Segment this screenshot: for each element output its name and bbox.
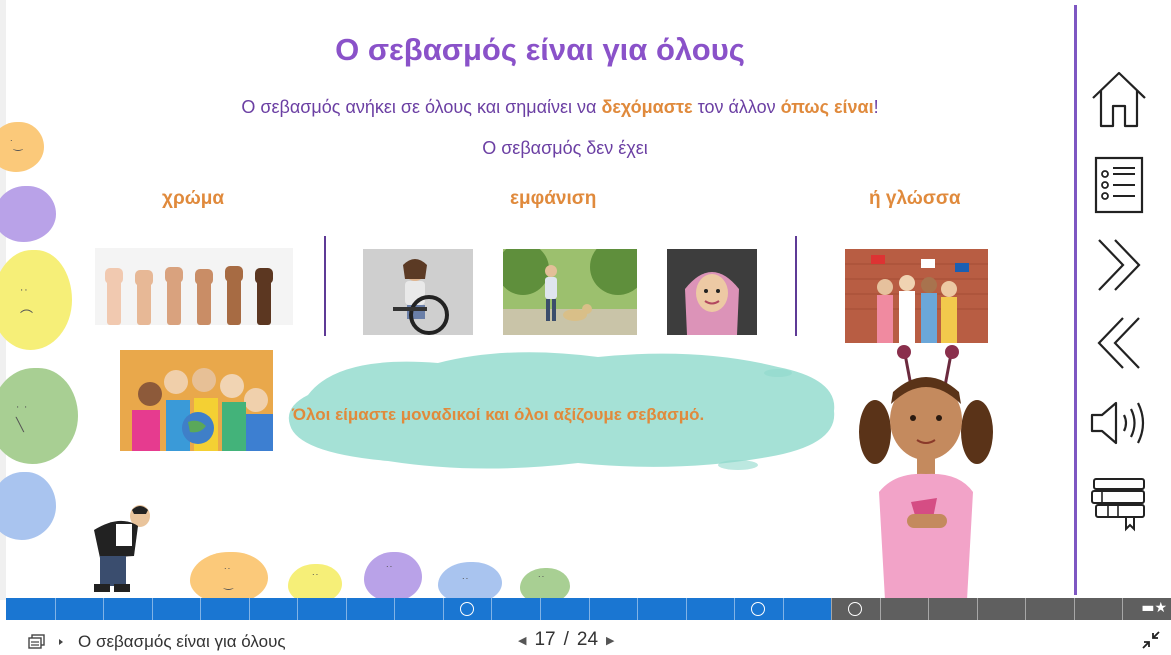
- progress-segment-divider: [345, 598, 347, 620]
- photo-girl-hijab: [667, 249, 757, 335]
- photo-woman-guide-dog: [503, 249, 637, 335]
- previous-icon: [1097, 317, 1140, 369]
- blob-face: ˙˙: [386, 565, 394, 577]
- progress-segment-divider: [54, 598, 56, 620]
- progress-segment-divider: [831, 598, 833, 620]
- progress-remaining: [831, 598, 1171, 620]
- blob-face: ˙˙: [312, 573, 320, 585]
- progress-segment-divider: [248, 598, 250, 620]
- total-slides: 24: [576, 629, 599, 650]
- respect-statement: Ο σεβασμός ανήκει σε όλους και σημαίνει …: [0, 97, 1120, 118]
- slides-list-icon[interactable]: [28, 634, 46, 650]
- category-color: χρώμα: [162, 188, 225, 209]
- progress-segment-divider: [297, 598, 299, 620]
- progress-segment-divider: [879, 598, 881, 620]
- progress-segment-divider: [151, 598, 153, 620]
- progress-segment-divider: [491, 598, 493, 620]
- respect-statement-part: Ο σεβασμός ανήκει σε όλους και σημαίνει …: [241, 97, 602, 117]
- progress-segment-divider: [1122, 598, 1124, 620]
- expand-arrow-icon[interactable]: [58, 638, 64, 646]
- progress-segment-divider: [1025, 598, 1027, 620]
- progress-segment-divider: [442, 598, 444, 620]
- blob-face: ˙˙ ︵: [20, 287, 34, 315]
- photo-girl-wheelchair: [363, 249, 473, 335]
- next-slide-arrow-icon[interactable]: ▶: [606, 634, 614, 647]
- photo-diverse-fists: [95, 248, 293, 325]
- bowing-man-character: [94, 505, 150, 592]
- progress-chapter-marker[interactable]: [460, 602, 475, 616]
- navigation-sidebar: [1074, 0, 1171, 600]
- library-button[interactable]: [1086, 470, 1152, 536]
- highlight-as-they-are: όπως είναι: [780, 97, 874, 117]
- player-footer: Ο σεβασμός είναι για όλους ◀ 17 / 24 ▶: [0, 620, 1171, 655]
- slide-canvas: ˙‿ ˙˙ ︵ ˙ ˙ ╲ ˙˙ ‿ ˙˙ ˙˙ ˙˙ ˙˙ Ο σεβασμός ε…: [0, 0, 1171, 600]
- progress-chapter-marker[interactable]: [751, 602, 766, 616]
- progress-segment-divider: [394, 598, 396, 620]
- respect-has-no: Ο σεβασμός δεν έχει: [482, 138, 648, 158]
- menu-button[interactable]: [1086, 152, 1152, 218]
- divider-line: [795, 236, 797, 336]
- library-icon: [1091, 478, 1145, 532]
- slide-title: Ο σεβασμός είναι για όλους: [335, 32, 745, 67]
- next-button[interactable]: [1086, 232, 1152, 298]
- page-separator: /: [563, 629, 569, 650]
- highlight-accept: δεχόμαστε: [601, 97, 693, 117]
- nav-divider: [1074, 5, 1077, 595]
- progress-segment-divider: [685, 598, 687, 620]
- progress-segment-divider: [734, 598, 736, 620]
- blob-face: ˙˙ ‿: [224, 567, 233, 590]
- blob-blue-bottom: [438, 562, 502, 600]
- progress-bar[interactable]: ▬★: [6, 598, 1171, 620]
- photo-kids-flags: [845, 249, 988, 343]
- respect-statement-part: !: [873, 97, 879, 117]
- slide-pager: ◀ 17 / 24 ▶: [518, 629, 615, 651]
- progress-end-star-icon: ▬★: [1141, 600, 1167, 616]
- category-language: ή γλώσσα: [869, 188, 961, 209]
- previous-button[interactable]: [1086, 310, 1152, 376]
- respect-statement-part: τον άλλον: [692, 97, 781, 117]
- divider-line: [324, 236, 326, 336]
- blob-blue-left: [0, 472, 56, 540]
- progress-segment-divider: [588, 598, 590, 620]
- blob-purple-left: [0, 186, 56, 242]
- progress-segment-divider: [539, 598, 541, 620]
- progress-segment-divider: [637, 598, 639, 620]
- home-icon: [1092, 71, 1146, 128]
- current-slide-number: 17: [534, 629, 556, 650]
- progress-segment-divider: [782, 598, 784, 620]
- collapse-fullscreen-icon[interactable]: [1141, 630, 1161, 650]
- progress-segment-divider: [976, 598, 978, 620]
- menu-list-icon: [1094, 156, 1144, 214]
- blob-face: ˙ ˙ ╲: [16, 404, 29, 432]
- progress-segment-divider: [1073, 598, 1075, 620]
- audio-button[interactable]: [1086, 390, 1152, 456]
- blob-face: ˙˙: [538, 575, 546, 587]
- blob-face: ˙˙: [462, 577, 470, 589]
- next-icon: [1098, 239, 1141, 291]
- unique-respect-message: Όλοι είμαστε μοναδικοί και όλοι αξίζουμε…: [292, 405, 705, 424]
- footer-slide-title: Ο σεβασμός είναι για όλους: [78, 632, 286, 651]
- girl-character: [859, 345, 993, 600]
- blob-green-left: [0, 368, 78, 464]
- progress-segment-divider: [928, 598, 930, 620]
- progress-segment-divider: [103, 598, 105, 620]
- home-button[interactable]: [1086, 66, 1152, 132]
- progress-segment-divider: [200, 598, 202, 620]
- audio-icon: [1090, 401, 1145, 445]
- previous-slide-arrow-icon[interactable]: ◀: [518, 634, 526, 647]
- blob-yellow-left: [0, 250, 72, 350]
- category-appearance: εμφάνιση: [510, 188, 597, 209]
- photo-kids-globe: [120, 350, 273, 451]
